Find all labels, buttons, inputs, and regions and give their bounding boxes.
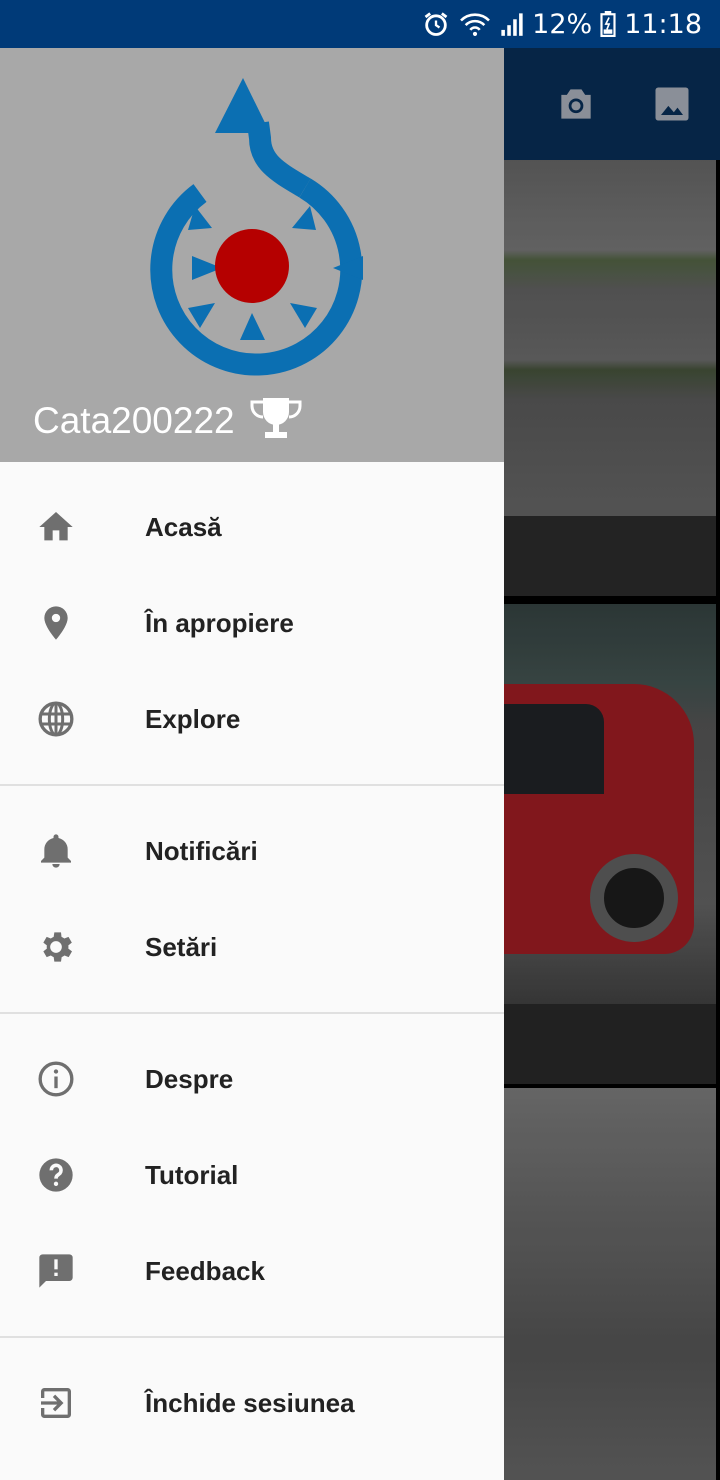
alarm-icon [422,10,450,38]
drawer-header: Cata200222 [0,48,504,462]
menu-item-tutorial[interactable]: Tutorial [0,1127,504,1223]
menu-item-about[interactable]: Despre [0,1031,504,1127]
username: Cata200222 [33,399,235,441]
menu-item-label: Acasă [145,512,222,542]
camera-icon[interactable] [554,82,598,126]
status-bar: 12% 11:18 [0,0,720,48]
menu-item-label: Notificări [145,836,258,866]
menu-item-label: Feedback [145,1256,265,1286]
menu-item-settings[interactable]: Setări [0,899,504,995]
menu-item-label: Închide sesiunea [145,1388,355,1418]
clock: 11:18 [624,8,702,40]
battery-percent: 12% [532,8,593,40]
logout-icon [36,1383,76,1423]
home-icon [36,507,76,547]
gear-icon [36,927,76,967]
feedback-icon [36,1251,76,1291]
signal-icon [500,11,524,37]
wifi-icon [458,10,492,38]
menu-item-logout[interactable]: Închide sesiunea [0,1355,504,1451]
menu-item-notifications[interactable]: Notificări [0,803,504,899]
menu-item-feedback[interactable]: Feedback [0,1223,504,1319]
trophy-icon[interactable] [249,396,303,445]
menu-item-label: Setări [145,932,218,962]
commons-logo [150,78,363,376]
location-pin-icon [36,603,76,643]
drawer-scrim[interactable] [504,160,720,1480]
menu-item-label: Explore [145,704,241,734]
bell-icon [36,831,76,871]
battery-icon [600,11,616,37]
globe-icon [36,699,76,739]
menu-item-label: În apropiere [145,608,294,638]
gallery-icon[interactable] [650,82,694,126]
menu-item-nearby[interactable]: În apropiere [0,575,504,671]
menu-item-label: Tutorial [145,1160,239,1190]
menu-item-home[interactable]: Acasă [0,479,504,575]
menu-item-explore[interactable]: Explore [0,671,504,767]
menu-item-label: Despre [145,1064,234,1094]
drawer-menu: Acasă În apropiere Explore Notificări Se… [0,462,504,1451]
navigation-drawer: Cata200222 Acasă În apropiere Explore No… [0,48,504,1480]
status-icons: 12% 11:18 [422,0,702,48]
help-icon [36,1155,76,1195]
user-profile[interactable]: Cata200222 [33,396,303,445]
info-icon [36,1059,76,1099]
